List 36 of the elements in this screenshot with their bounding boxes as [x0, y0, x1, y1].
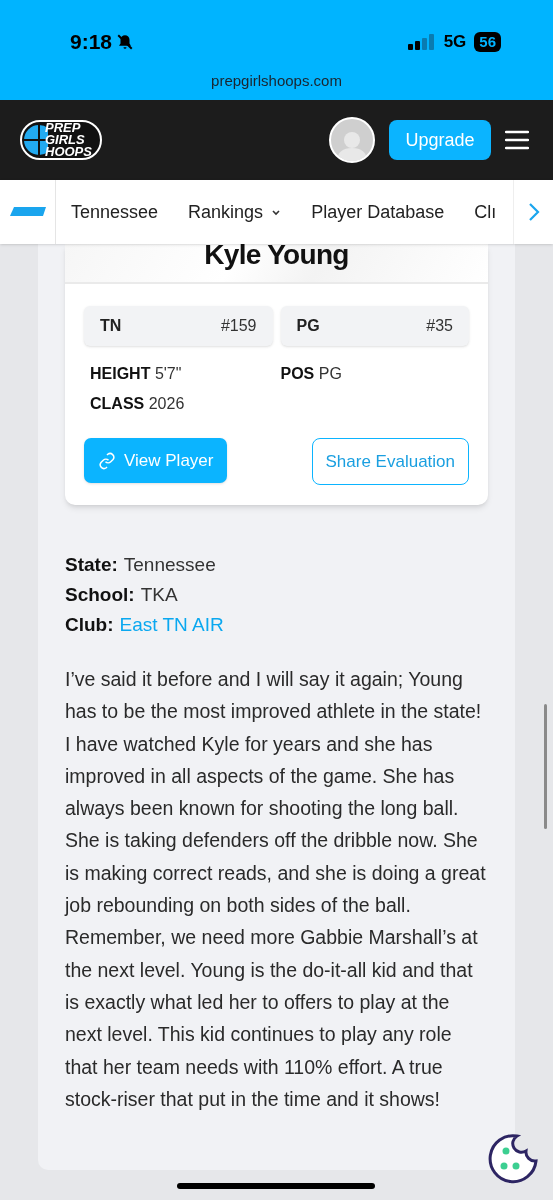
player-name: Kyle Young: [204, 240, 349, 270]
state-shape-icon[interactable]: [9, 207, 46, 217]
signal-icon: [407, 33, 436, 50]
menu-icon[interactable]: [505, 130, 529, 150]
site-logo[interactable]: PREP GIRLS HOOPS: [20, 120, 102, 160]
logo-text: PREP: [45, 122, 82, 134]
nav-link[interactable]: Tennessee: [71, 198, 159, 226]
rank-label: PG: [296, 316, 320, 336]
info-label: Club:: [65, 613, 114, 637]
bell-slash-icon: [116, 32, 135, 51]
chevron-down-icon: [271, 208, 282, 216]
player-detail: HEIGHT 5'7": [90, 364, 183, 384]
info-label: State:: [65, 553, 118, 577]
status-time: 9:18: [70, 29, 113, 55]
evaluation-text: I’ve said it before and I will say it again; Young has to be the most improved athlete in the state! I have watched Kyle for years and she has improved in all aspects of the game. She has always been known for shooting the long ball. She is taking defenders off the dribble now. She is making correct reads, and she is doing a great job rebounding on both sides of the ball. Remember, we need more Gabbie Marshall’s at the next level. Young is the do-it-all kid and that is exactly what led her to offers to play at the next level. This kid continues to play any role that her team needs with 110% effort. A true stock-riser that put in the time and it shows!: [63, 667, 487, 1112]
logo-text: HOOPS: [45, 146, 92, 158]
info-value: TKA: [140, 583, 178, 607]
nav-link[interactable]: Rankings: [188, 198, 282, 226]
info-label: School:: [65, 583, 135, 607]
player-detail: POS PG: [280, 364, 343, 384]
info-value: Tennessee: [123, 553, 216, 577]
player-detail: CLASS 2026: [90, 394, 186, 414]
person-icon: [337, 129, 367, 161]
nav-link[interactable]: Player Database: [311, 198, 445, 226]
url-text[interactable]: prepgirlshoops.com: [211, 69, 342, 92]
link-icon: [98, 451, 116, 470]
battery-indicator: 56: [474, 31, 501, 52]
logo-text: GIRLS: [45, 134, 86, 146]
cookie-icon[interactable]: [487, 1133, 539, 1185]
avatar[interactable]: [329, 117, 375, 163]
chevron-right-icon[interactable]: [527, 202, 540, 222]
nav-link[interactable]: Clı: [474, 198, 497, 226]
rank-value: #35: [426, 316, 453, 336]
rank-label: TN: [100, 316, 122, 336]
network-label: 5G: [443, 31, 467, 53]
rank-value: #159: [220, 316, 257, 336]
